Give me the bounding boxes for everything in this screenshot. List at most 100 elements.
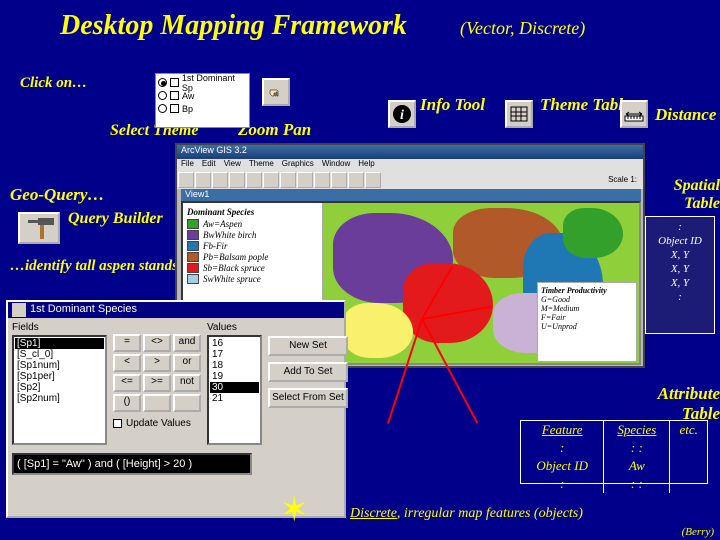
spatial-table-label: Spatial Table	[650, 177, 720, 213]
menu-item[interactable]: Window	[322, 159, 350, 171]
menu-item[interactable]: View	[224, 159, 241, 171]
col-header: etc.	[670, 421, 707, 439]
fields-listbox[interactable]: [Sp1][S_cl_0][Sp1num][Sp1per][Sp2][Sp2nu…	[12, 335, 107, 445]
operator-button[interactable]	[173, 394, 201, 412]
ruler-icon[interactable]	[620, 100, 648, 128]
toolbar-button[interactable]	[263, 172, 279, 188]
toolbar-button[interactable]	[280, 172, 296, 188]
list-item[interactable]: [Sp1per]	[15, 371, 104, 382]
attribute-table-box: FeatureSpeciesetc. :: : Object IDAw :: :	[520, 420, 708, 484]
operator-button[interactable]: not	[173, 374, 201, 392]
window-titlebar: 1st Dominant Species	[8, 302, 344, 318]
toolbar-button[interactable]	[314, 172, 330, 188]
legend-title: Dominant Species	[187, 207, 318, 217]
theme-table-label: Theme Table	[540, 95, 631, 115]
operator-button[interactable]: <	[113, 354, 141, 372]
legend-item[interactable]: Fb-Fir	[187, 241, 318, 251]
tp-row: M=Medium	[541, 304, 633, 313]
table-row: X, Y	[646, 276, 714, 290]
checkbox-icon[interactable]	[170, 78, 179, 87]
info-tool-label: Info Tool	[420, 95, 485, 115]
menu-item[interactable]: Edit	[202, 159, 216, 171]
toolbar-button[interactable]	[212, 172, 228, 188]
cell: : :	[604, 475, 670, 493]
toolbar-button[interactable]	[297, 172, 313, 188]
list-item[interactable]: 21	[210, 393, 259, 404]
table-icon[interactable]	[505, 100, 533, 128]
values-listbox[interactable]: 161718193021	[207, 335, 262, 445]
update-values-label: Update Values	[126, 418, 191, 429]
scale-display: Scale 1:	[608, 175, 637, 184]
table-row: :	[646, 220, 714, 234]
operator-button[interactable]: >	[143, 354, 171, 372]
list-item[interactable]: [Sp1num]	[15, 360, 104, 371]
list-item[interactable]: 30	[210, 382, 259, 393]
list-item[interactable]: [Sp2num]	[15, 393, 104, 404]
tp-row: U=Unprod	[541, 322, 633, 331]
spatial-table-box: : Object ID X, Y X, Y X, Y :	[645, 216, 715, 334]
app-menu[interactable]: File Edit View Theme Graphics Window Hel…	[177, 159, 643, 171]
toolbar-button[interactable]	[246, 172, 262, 188]
operator-button[interactable]: >=	[143, 374, 171, 392]
cell: : :	[604, 439, 670, 457]
theme-select-panel[interactable]: 1st Dominant Sp Aw Bp	[155, 73, 250, 128]
radio-icon[interactable]	[158, 91, 167, 100]
select-from-set-button[interactable]: Select From Set	[268, 388, 348, 408]
add-to-set-button[interactable]: Add To Set	[268, 362, 348, 382]
list-item[interactable]: [Sp1]	[15, 338, 104, 349]
list-item[interactable]: 19	[210, 371, 259, 382]
legend-item[interactable]: Pb=Balsam pople	[187, 252, 318, 262]
legend-item[interactable]: Aw=Aspen	[187, 219, 318, 229]
toolbar-button[interactable]	[365, 172, 381, 188]
radio-icon[interactable]	[158, 104, 167, 113]
toolbar-button[interactable]	[348, 172, 364, 188]
list-item[interactable]: 16	[210, 338, 259, 349]
toolbar-button[interactable]	[178, 172, 194, 188]
menu-item[interactable]: Help	[358, 159, 374, 171]
legend-item[interactable]: Sb=Black spruce	[187, 263, 318, 273]
menu-item[interactable]: Graphics	[282, 159, 314, 171]
cell: Aw	[604, 457, 670, 475]
list-item[interactable]: [S_cl_0]	[15, 349, 104, 360]
toolbar-button[interactable]	[229, 172, 245, 188]
pan-icon[interactable]	[262, 78, 290, 106]
attribute-table-label: Attribute Table	[640, 384, 720, 424]
theme-row: Aw	[182, 91, 194, 101]
cell: :	[521, 475, 604, 493]
list-item[interactable]: 17	[210, 349, 259, 360]
operator-button[interactable]: <>	[143, 334, 171, 352]
theme-row: 1st Dominant Sp	[182, 73, 247, 93]
query-builder-label: Query Builder	[68, 210, 163, 228]
toolbar-button[interactable]	[195, 172, 211, 188]
click-on-label: Click on…	[20, 75, 87, 92]
operator-button[interactable]: <=	[113, 374, 141, 392]
list-item[interactable]: 18	[210, 360, 259, 371]
page-title: Desktop Mapping Framework	[60, 10, 407, 42]
radio-icon[interactable]	[158, 78, 167, 87]
credit: (Berry)	[682, 526, 714, 538]
view-titlebar: View1	[181, 189, 641, 201]
operator-button[interactable]: =	[113, 334, 141, 352]
menu-item[interactable]: Theme	[249, 159, 274, 171]
toolbar-button[interactable]	[331, 172, 347, 188]
menu-item[interactable]: File	[181, 159, 194, 171]
checkbox-icon[interactable]	[113, 419, 122, 428]
checkbox-icon[interactable]	[170, 104, 179, 113]
operator-button[interactable]: and	[173, 334, 201, 352]
operator-button[interactable]: ()	[113, 394, 141, 412]
checkbox-icon[interactable]	[170, 91, 179, 100]
table-row: Object ID	[646, 234, 714, 248]
operator-button[interactable]	[143, 394, 171, 412]
table-row: :	[646, 290, 714, 304]
porcupine-icon: ✶	[280, 490, 309, 530]
hammer-icon[interactable]	[18, 212, 60, 244]
expression-field[interactable]: ( [Sp1] = "Aw" ) and ( [Height] > 20 )	[12, 453, 252, 475]
cell: :	[521, 439, 604, 457]
list-item[interactable]: [Sp2]	[15, 382, 104, 393]
info-icon[interactable]: i	[388, 100, 416, 128]
new-set-button[interactable]: New Set	[268, 336, 348, 356]
operator-button[interactable]: or	[173, 354, 201, 372]
legend-item[interactable]: BwWhite birch	[187, 230, 318, 240]
legend-item[interactable]: SwWhite spruce	[187, 274, 318, 284]
tp-row: G=Good	[541, 295, 633, 304]
